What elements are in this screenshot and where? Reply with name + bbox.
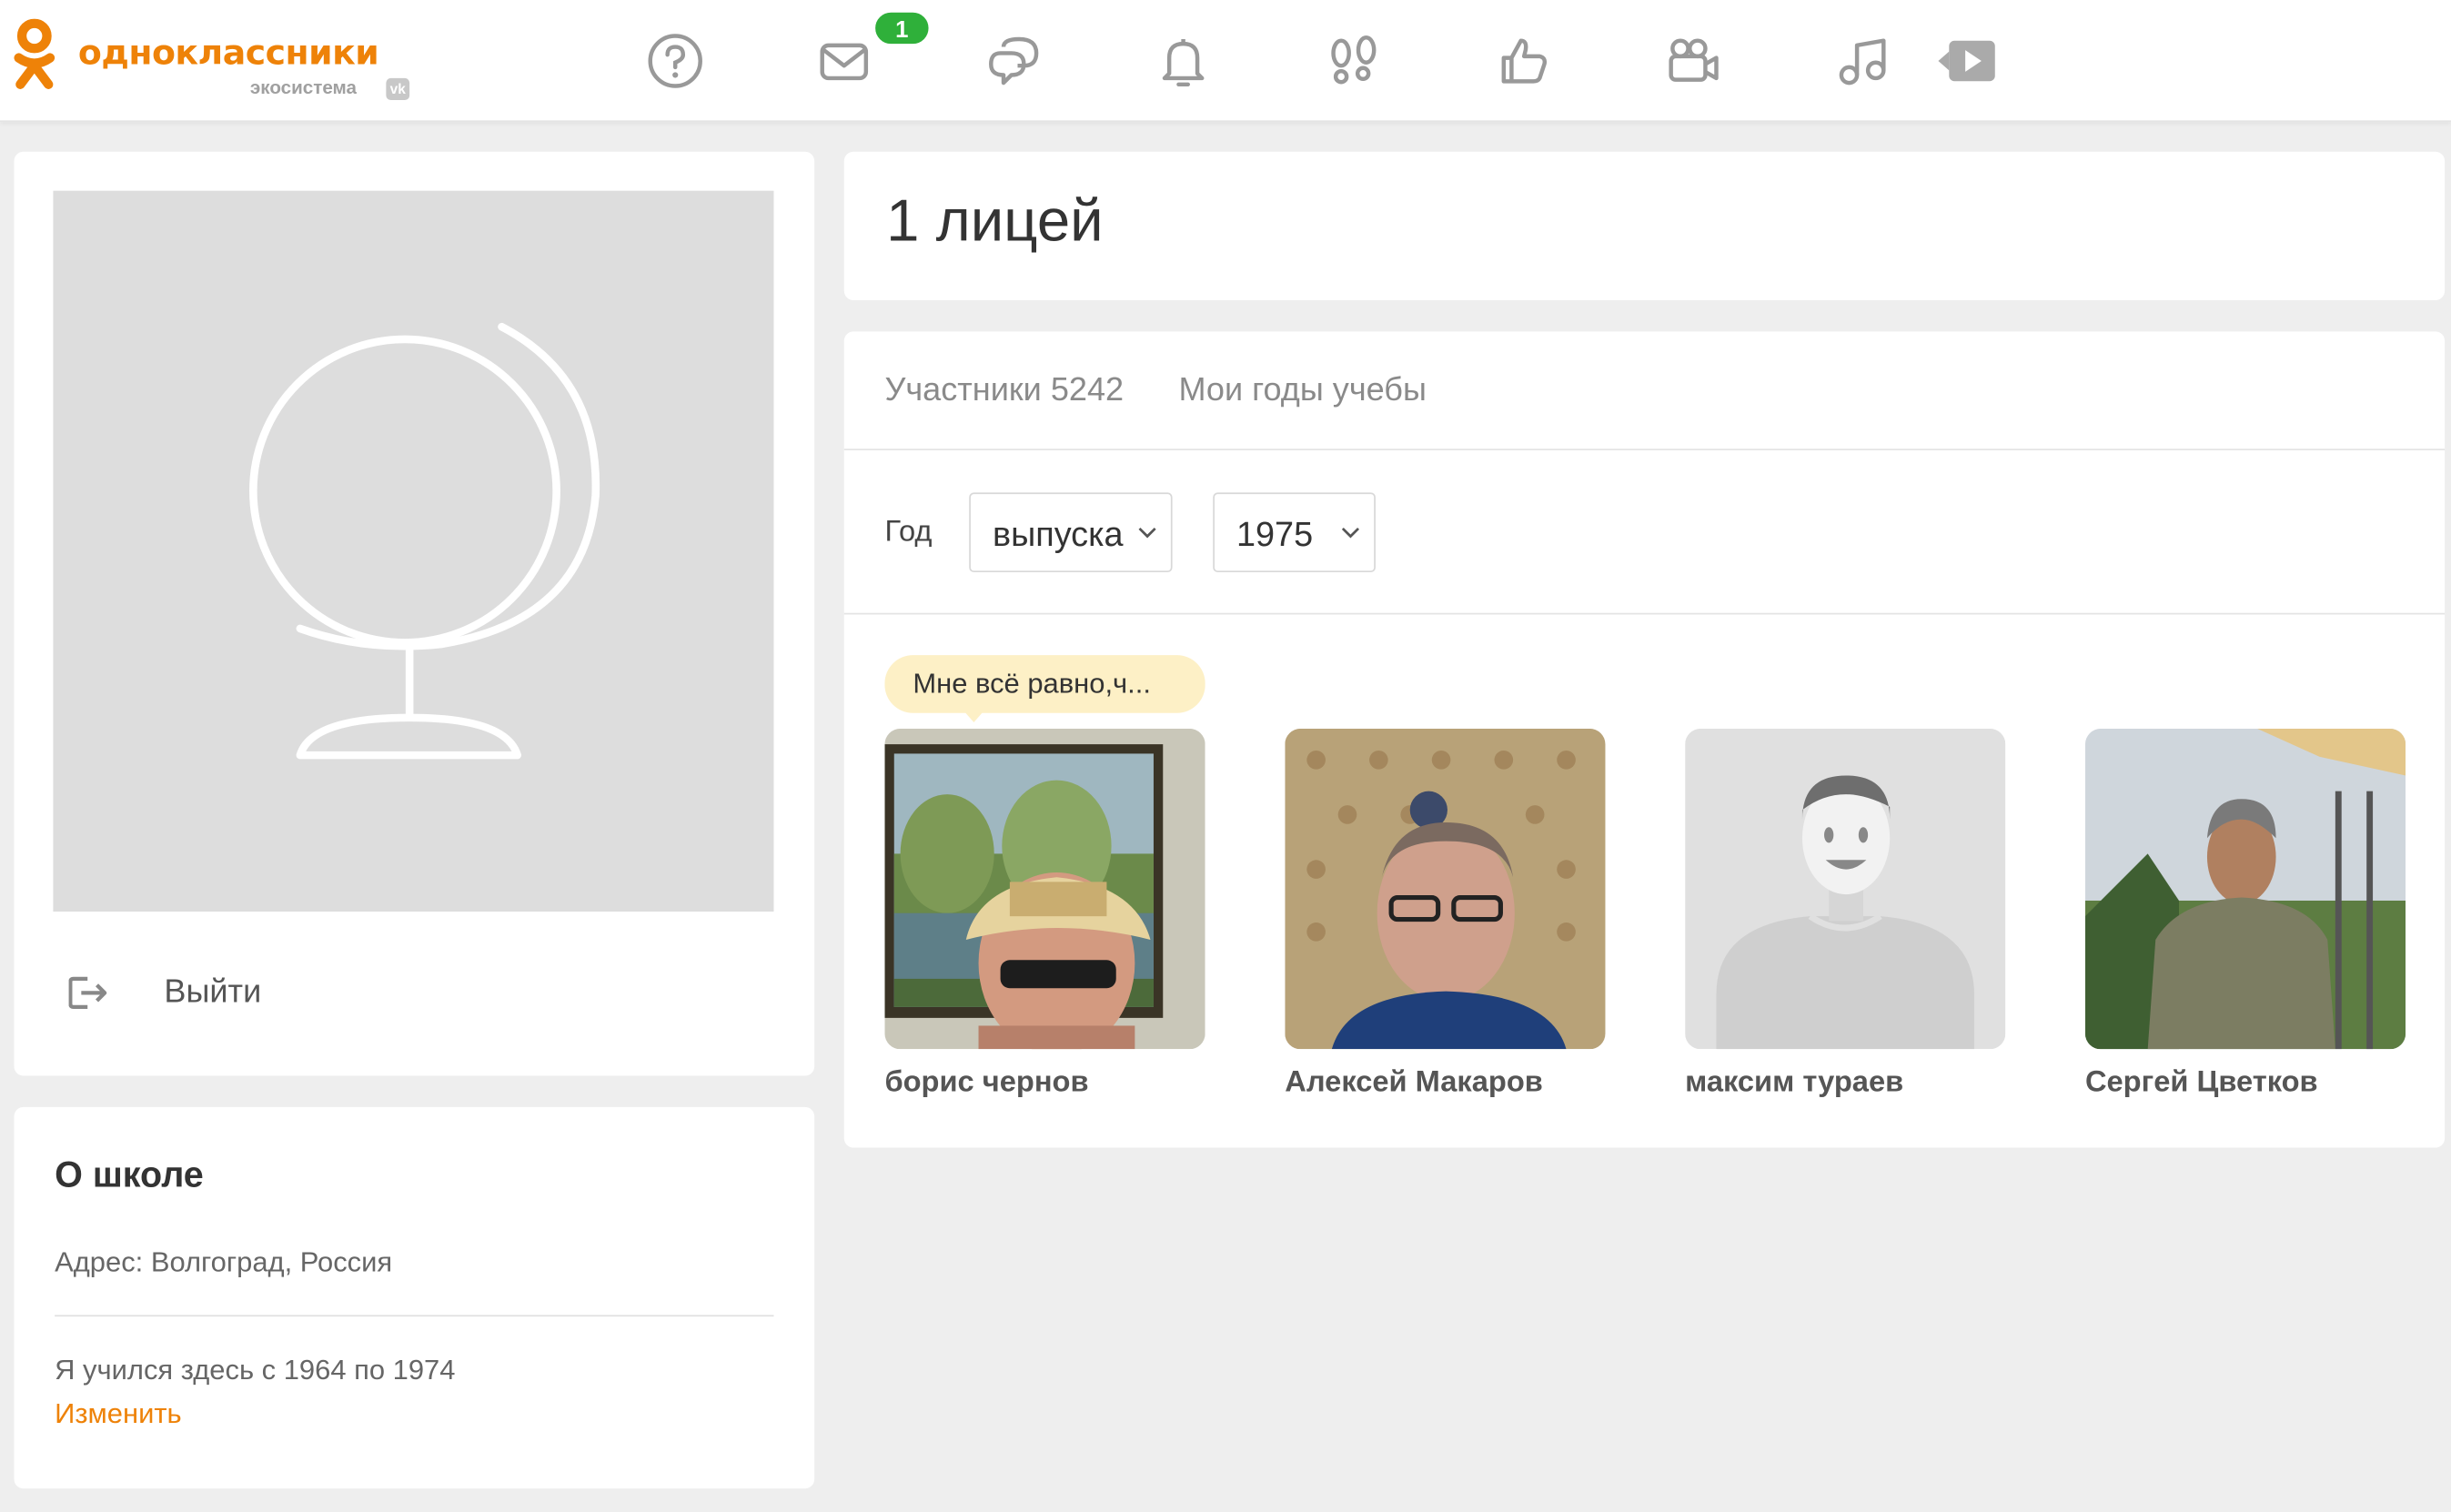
status-bubble-tail <box>963 710 985 723</box>
divider <box>55 1315 774 1317</box>
member-name[interactable]: Сергей Цветков <box>2085 1066 2318 1101</box>
member-photo[interactable] <box>1685 728 2006 1050</box>
divider <box>843 612 2446 615</box>
default-avatar-icon <box>1685 728 2006 1050</box>
ok-logo[interactable]: одноклассники экосистема vk <box>13 18 419 104</box>
year-value: 1975 <box>1236 514 1314 554</box>
about-school-card: О школе Адрес: Волгоград, Россия Я училс… <box>14 1106 815 1489</box>
school-avatar-card: Выйти <box>14 151 815 1076</box>
member-card[interactable]: Алексей Макаров <box>1285 728 1606 1099</box>
about-school-title: О школе <box>55 1154 204 1195</box>
member-name[interactable]: борис чернов <box>884 1066 1088 1101</box>
year-type-value: выпуска <box>992 514 1124 554</box>
chevron-down-icon <box>1138 527 1156 539</box>
help-icon[interactable] <box>642 28 708 94</box>
brand-name: одноклассники <box>77 34 379 74</box>
globe-icon <box>249 322 600 760</box>
mail-icon[interactable] <box>812 28 877 94</box>
top-bar: одноклассники экосистема vk 1 <box>0 0 2451 123</box>
member-name[interactable]: максим тураев <box>1685 1066 1903 1101</box>
brand-subtitle: экосистема <box>249 76 357 99</box>
logout-icon <box>68 976 107 1009</box>
play-icon[interactable] <box>1933 28 2002 94</box>
group-title-card: 1 лицей <box>843 151 2446 300</box>
member-card[interactable]: Сергей Цветков <box>2084 728 2406 1099</box>
logout-button[interactable]: Выйти <box>68 962 538 1024</box>
member-photo[interactable] <box>884 728 1205 1050</box>
edit-link[interactable]: Изменить <box>55 1398 182 1431</box>
mail-badge: 1 <box>872 9 932 47</box>
study-years: Я учился здесь с 1964 по 1974 <box>55 1354 456 1386</box>
logout-label: Выйти <box>164 973 262 1011</box>
member-photo[interactable] <box>2084 728 2406 1050</box>
member-card[interactable]: максим тураев <box>1685 728 2006 1099</box>
chat-icon[interactable] <box>982 28 1047 94</box>
divider <box>843 449 2446 450</box>
year-type-select[interactable]: выпуска <box>969 492 1173 573</box>
video-camera-icon[interactable] <box>1660 28 1726 94</box>
ok-logo-icon <box>14 18 55 89</box>
school-avatar <box>53 190 774 912</box>
like-icon[interactable] <box>1491 28 1557 94</box>
vk-icon: vk <box>386 77 410 100</box>
member-name[interactable]: Алексей Макаров <box>1285 1066 1543 1101</box>
member-card[interactable]: борис чернов <box>884 728 1205 1099</box>
music-icon[interactable] <box>1831 28 1896 94</box>
tab-my-years[interactable]: Мои годы учебы <box>1178 372 1426 409</box>
member-photo[interactable] <box>1285 728 1606 1050</box>
tab-members[interactable]: Участники 5242 <box>884 372 1124 409</box>
year-select[interactable]: 1975 <box>1213 492 1376 573</box>
chevron-down-icon <box>1341 527 1360 539</box>
school-address: Адрес: Волгоград, Россия <box>55 1245 393 1278</box>
year-filter-label: Год <box>884 516 933 549</box>
footprints-icon[interactable] <box>1321 28 1387 94</box>
status-bubble[interactable]: Мне всё равно,ч... <box>884 655 1205 713</box>
bell-icon[interactable] <box>1151 28 1216 94</box>
page-title: 1 лицей <box>886 188 1104 256</box>
members-card: Участники 5242 Мои годы учебы Год выпуск… <box>843 331 2446 1148</box>
